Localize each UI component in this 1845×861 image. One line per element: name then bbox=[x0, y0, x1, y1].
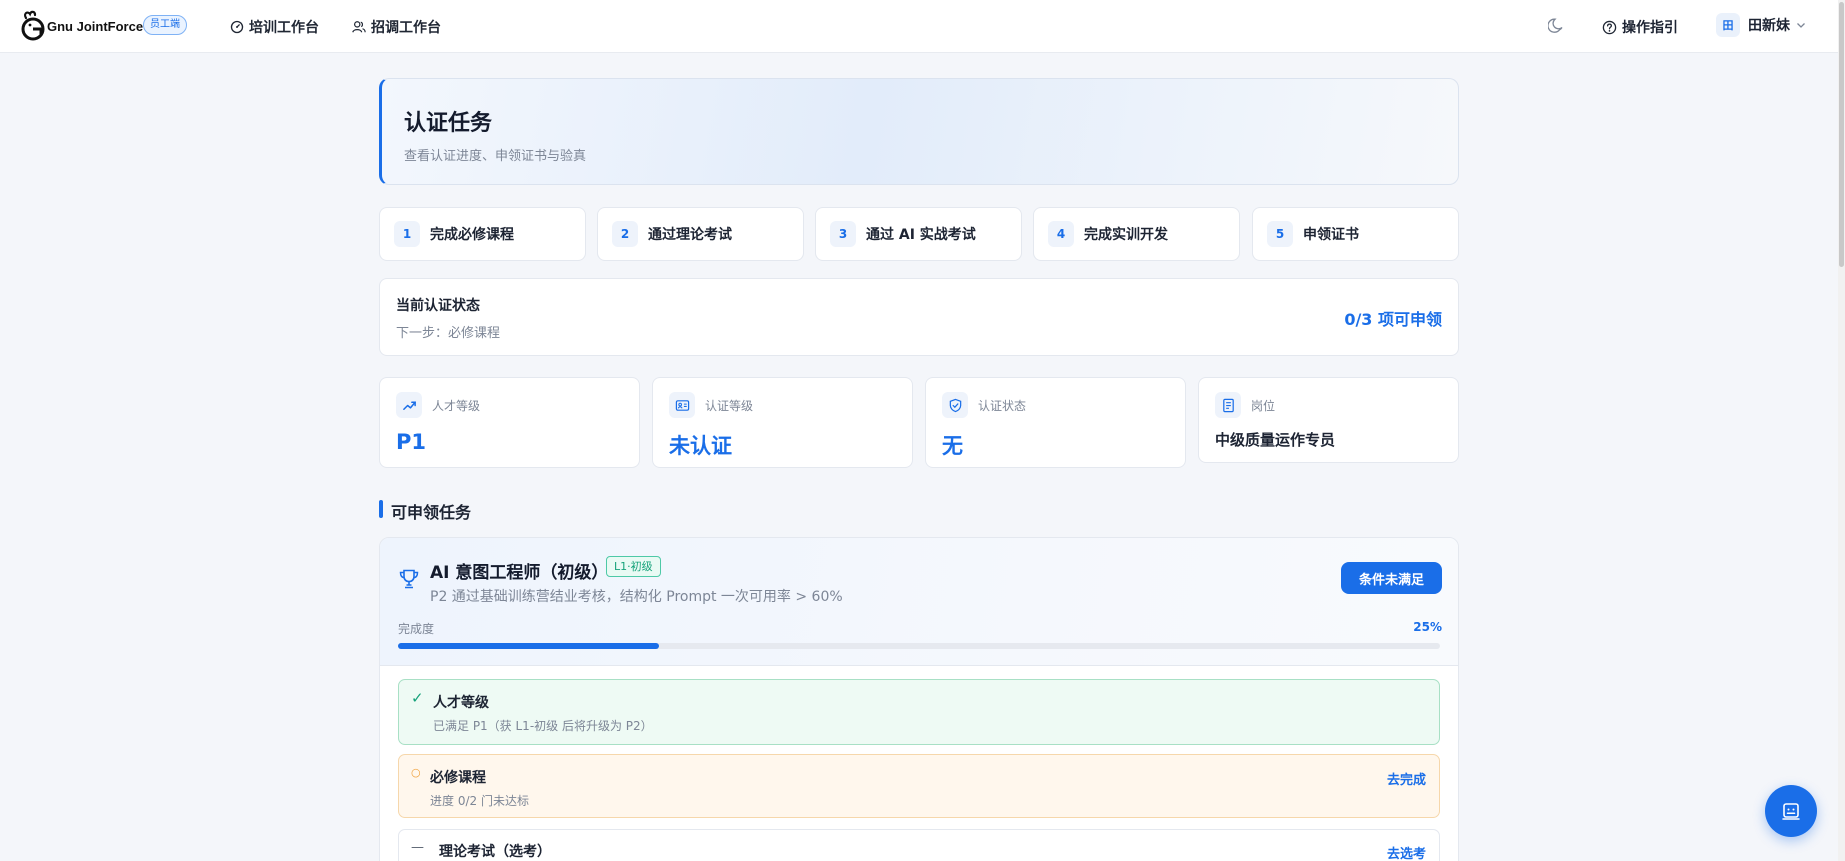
step-label: 通过 AI 实战考试 bbox=[866, 227, 976, 243]
role-badge: 员工端 bbox=[143, 15, 187, 35]
step-2: 2 通过理论考试 bbox=[597, 207, 804, 261]
people-icon bbox=[352, 21, 366, 33]
document-icon bbox=[1215, 392, 1241, 418]
stat-value: P1 bbox=[396, 430, 427, 454]
step-label: 通过理论考试 bbox=[648, 227, 732, 243]
question-circle-icon bbox=[1602, 20, 1617, 34]
requirement-title: 人才等级 bbox=[433, 695, 489, 711]
step-number: 3 bbox=[830, 221, 856, 247]
section-title: 可申领任务 bbox=[391, 503, 472, 522]
stat-label: 认证等级 bbox=[705, 399, 754, 413]
step-3: 3 通过 AI 实战考试 bbox=[815, 207, 1022, 261]
step-4: 4 完成实训开发 bbox=[1033, 207, 1240, 261]
section-accent-bar bbox=[379, 500, 383, 518]
progress-label: 完成度 bbox=[398, 622, 435, 636]
shield-check-icon bbox=[942, 392, 968, 418]
stat-label: 认证状态 bbox=[978, 399, 1027, 413]
page-scrollbar-thumb[interactable] bbox=[1839, 2, 1844, 267]
trophy-icon bbox=[399, 569, 419, 589]
step-number: 2 bbox=[612, 221, 638, 247]
task-card: AI 意图工程师（初级） L1·初级 P2 通过基础训练营结业考核，结构化 Pr… bbox=[379, 537, 1459, 861]
requirement-desc: 已满足 P1（获 L1-初级 后将升级为 P2） bbox=[433, 719, 653, 733]
step-label: 申领证书 bbox=[1303, 227, 1359, 243]
page-title: 认证任务 bbox=[404, 111, 493, 136]
page-header-card: 认证任务 查看认证进度、申领证书与验真 bbox=[379, 78, 1459, 185]
step-number: 1 bbox=[394, 221, 420, 247]
status-next-step: 下一步：必修课程 bbox=[396, 326, 501, 341]
task-card-header: AI 意图工程师（初级） L1·初级 P2 通过基础训练营结业考核，结构化 Pr… bbox=[380, 538, 1458, 666]
requirement-title: 必修课程 bbox=[430, 770, 486, 786]
moon-icon[interactable] bbox=[1548, 16, 1566, 34]
stat-position: 岗位 中级质量运作专员 bbox=[1198, 377, 1459, 463]
status-title: 当前认证状态 bbox=[396, 298, 480, 314]
dash-icon: — bbox=[411, 840, 424, 855]
avatar: 田 bbox=[1716, 13, 1740, 37]
step-number: 4 bbox=[1048, 221, 1074, 247]
step-1: 1 完成必修课程 bbox=[379, 207, 586, 261]
stat-value: 未认证 bbox=[669, 434, 732, 458]
stat-value: 中级质量运作专员 bbox=[1215, 431, 1336, 449]
chevron-down-icon bbox=[1797, 23, 1805, 28]
stat-value: 无 bbox=[942, 434, 963, 458]
pending-circle-icon: ○ bbox=[411, 766, 421, 779]
requirement-desc: 进度 0/2 门未达标 bbox=[430, 794, 529, 808]
level-badge: L1·初级 bbox=[606, 556, 661, 577]
requirement-required-courses: ○ 必修课程 进度 0/2 门未达标 去完成 bbox=[398, 754, 1440, 818]
nav-training-workbench[interactable]: 培训工作台 bbox=[230, 17, 319, 37]
conditions-unmet-button[interactable]: 条件未满足 bbox=[1341, 562, 1442, 594]
stat-cert-level: 认证等级 未认证 bbox=[652, 377, 913, 468]
guide-label: 操作指引 bbox=[1622, 20, 1678, 36]
task-description: P2 通过基础训练营结业考核，结构化 Prompt 一次可用率 > 60% bbox=[430, 589, 843, 605]
nav-label: 招调工作台 bbox=[371, 20, 441, 36]
guide-button[interactable]: 操作指引 bbox=[1602, 17, 1678, 37]
requirement-title: 理论考试（选考） bbox=[439, 844, 551, 860]
certification-status-card: 当前认证状态 下一步：必修课程 0/3 项可申领 bbox=[379, 278, 1459, 356]
progress-track bbox=[398, 643, 1440, 649]
progress-fill bbox=[398, 643, 659, 649]
logo[interactable]: Gnu JointForce bbox=[20, 10, 143, 42]
step-5: 5 申领证书 bbox=[1252, 207, 1459, 261]
trend-up-icon bbox=[396, 392, 422, 418]
stat-label: 人才等级 bbox=[432, 399, 481, 413]
progress-percent: 25% bbox=[1413, 620, 1442, 634]
gnu-logo-icon bbox=[21, 10, 45, 41]
step-label: 完成实训开发 bbox=[1084, 227, 1168, 243]
stat-talent-level: 人才等级 P1 bbox=[379, 377, 640, 468]
step-label: 完成必修课程 bbox=[430, 227, 514, 243]
top-navbar: Gnu JointForce 员工端 培训工作台 招调工作台 操作指引 田 田新… bbox=[0, 0, 1845, 53]
claimable-count: 0/3 项可申领 bbox=[1344, 310, 1442, 329]
go-complete-link[interactable]: 去完成 bbox=[1387, 769, 1426, 788]
assistant-fab[interactable] bbox=[1765, 785, 1817, 837]
task-title: AI 意图工程师（初级） bbox=[430, 563, 609, 583]
user-name: 田新妹 bbox=[1748, 18, 1790, 34]
nav-recruit-workbench[interactable]: 招调工作台 bbox=[352, 17, 441, 37]
stat-cert-status: 认证状态 无 bbox=[925, 377, 1186, 468]
check-icon: ✓ bbox=[411, 689, 424, 707]
user-menu[interactable]: 田 田新妹 bbox=[1716, 13, 1806, 37]
page-subtitle: 查看认证进度、申领证书与验真 bbox=[404, 149, 587, 164]
step-number: 5 bbox=[1267, 221, 1293, 247]
robot-icon bbox=[1782, 803, 1800, 820]
logo-text: Gnu JointForce bbox=[47, 18, 144, 34]
id-card-icon bbox=[669, 392, 695, 418]
requirement-talent-level: ✓ 人才等级 已满足 P1（获 L1-初级 后将升级为 P2） bbox=[398, 679, 1440, 745]
stat-label: 岗位 bbox=[1251, 399, 1276, 413]
requirement-theory-exam: — 理论考试（选考） 去选考 bbox=[398, 829, 1440, 861]
go-optional-exam-link[interactable]: 去选考 bbox=[1387, 843, 1426, 861]
dashboard-icon bbox=[230, 20, 244, 34]
nav-label: 培训工作台 bbox=[249, 20, 319, 36]
